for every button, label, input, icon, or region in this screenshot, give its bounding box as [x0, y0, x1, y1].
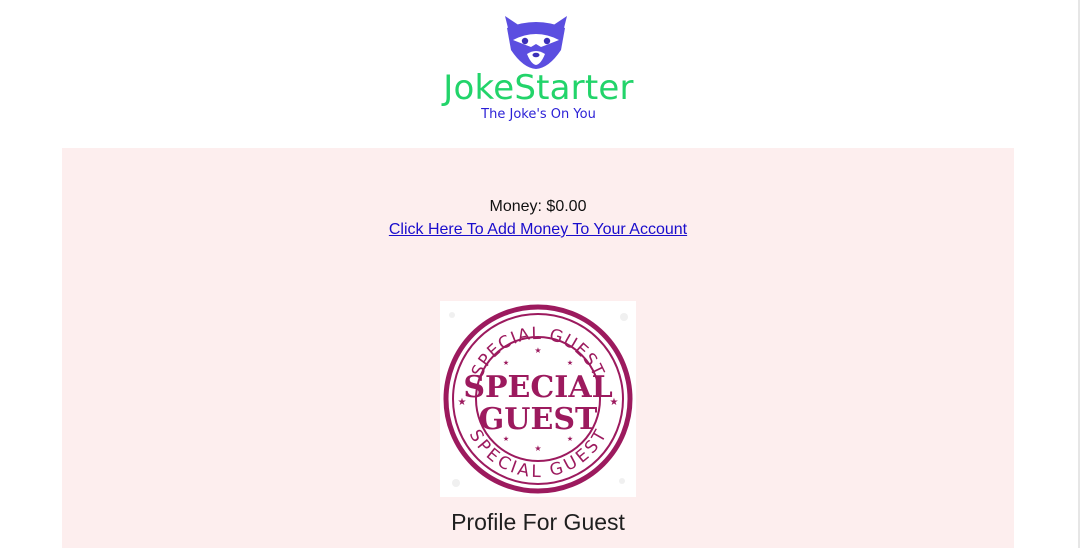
brand-name[interactable]: JokeStarter: [0, 66, 1077, 110]
site-header: JokeStarter The Joke's On You: [0, 0, 1077, 148]
svg-text:★: ★: [503, 359, 509, 367]
add-money-link[interactable]: Click Here To Add Money To Your Account: [389, 221, 687, 238]
svg-text:★: ★: [567, 359, 573, 367]
raccoon-icon[interactable]: [501, 14, 571, 70]
svg-text:★: ★: [534, 346, 541, 355]
stamp-text-center-line2: GUEST: [479, 402, 598, 437]
svg-text:★: ★: [534, 444, 541, 453]
profile-panel: Money: $0.00 Click Here To Add Money To …: [62, 148, 1014, 548]
special-guest-stamp-icon: SPECIAL GUEST SPECIAL GUEST ★ ★ ★ ★ ★ ★ …: [443, 304, 633, 494]
profile-title: Profile For Guest: [451, 509, 625, 535]
brand-tagline: The Joke's On You: [481, 107, 596, 122]
add-money-link-row: Click Here To Add Money To Your Account: [62, 221, 1014, 239]
profile-image: SPECIAL GUEST SPECIAL GUEST ★ ★ ★ ★ ★ ★ …: [440, 301, 636, 497]
money-balance: Money: $0.00: [489, 198, 587, 215]
page: JokeStarter The Joke's On You Money: $0.…: [0, 0, 1080, 548]
stamp-text-center-line1: SPECIAL: [463, 370, 612, 405]
